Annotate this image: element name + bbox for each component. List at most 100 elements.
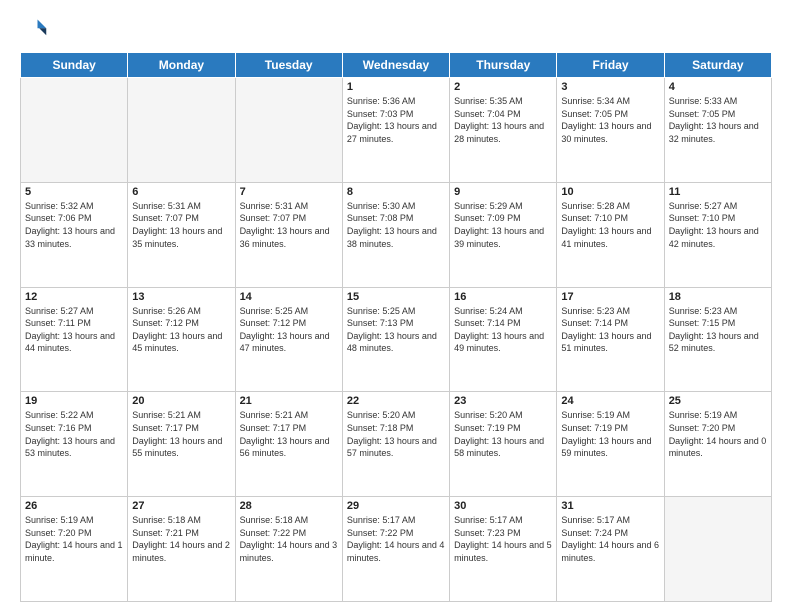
day-info: Sunrise: 5:17 AM Sunset: 7:23 PM Dayligh… (454, 514, 552, 564)
day-cell (235, 78, 342, 183)
day-cell (128, 78, 235, 183)
day-info: Sunrise: 5:36 AM Sunset: 7:03 PM Dayligh… (347, 95, 445, 145)
day-info: Sunrise: 5:31 AM Sunset: 7:07 PM Dayligh… (132, 200, 230, 250)
weekday-header-saturday: Saturday (664, 53, 771, 78)
week-row-0: 1 Sunrise: 5:36 AM Sunset: 7:03 PM Daylig… (21, 78, 772, 183)
day-cell: 29 Sunrise: 5:17 AM Sunset: 7:22 PM Dayli… (342, 497, 449, 602)
day-number: 8 (347, 186, 445, 198)
day-number: 20 (132, 395, 230, 407)
day-cell: 5 Sunrise: 5:32 AM Sunset: 7:06 PM Daylig… (21, 182, 128, 287)
day-info: Sunrise: 5:28 AM Sunset: 7:10 PM Dayligh… (561, 200, 659, 250)
day-cell (664, 497, 771, 602)
day-number: 2 (454, 81, 552, 93)
week-row-2: 12Sunrise: 5:27 AM Sunset: 7:11 PM Dayli… (21, 287, 772, 392)
day-number: 22 (347, 395, 445, 407)
day-cell: 22 Sunrise: 5:20 AM Sunset: 7:18 PM Dayli… (342, 392, 449, 497)
day-number: 25 (669, 395, 767, 407)
logo-icon (20, 16, 48, 44)
day-info: Sunrise: 5:22 AM Sunset: 7:16 PM Dayligh… (25, 409, 123, 459)
day-cell: 7 Sunrise: 5:31 AM Sunset: 7:07 PM Daylig… (235, 182, 342, 287)
day-number: 5 (25, 186, 123, 198)
week-row-3: 19 Sunrise: 5:22 AM Sunset: 7:16 PM Dayli… (21, 392, 772, 497)
day-number: 16 (454, 291, 552, 303)
day-cell: 18 Sunrise: 5:23 AM Sunset: 7:15 PM Dayli… (664, 287, 771, 392)
day-number: 31 (561, 500, 659, 512)
day-cell: 11 Sunrise: 5:27 AM Sunset: 7:10 PM Dayli… (664, 182, 771, 287)
weekday-header-wednesday: Wednesday (342, 53, 449, 78)
day-number: 11 (669, 186, 767, 198)
day-info: Sunrise: 5:20 AM Sunset: 7:18 PM Dayligh… (347, 409, 445, 459)
day-info: Sunrise: 5:21 AM Sunset: 7:17 PM Dayligh… (132, 409, 230, 459)
weekday-header-sunday: Sunday (21, 53, 128, 78)
day-number: 23 (454, 395, 552, 407)
day-number: 10 (561, 186, 659, 198)
day-number: 18 (669, 291, 767, 303)
day-cell: 13Sunrise: 5:26 AM Sunset: 7:12 PM Dayli… (128, 287, 235, 392)
day-cell: 24Sunrise: 5:19 AM Sunset: 7:19 PM Dayli… (557, 392, 664, 497)
day-number: 27 (132, 500, 230, 512)
day-cell: 27 Sunrise: 5:18 AM Sunset: 7:21 PM Dayli… (128, 497, 235, 602)
day-number: 30 (454, 500, 552, 512)
day-info: Sunrise: 5:25 AM Sunset: 7:13 PM Dayligh… (347, 305, 445, 355)
day-info: Sunrise: 5:23 AM Sunset: 7:15 PM Dayligh… (669, 305, 767, 355)
day-number: 12 (25, 291, 123, 303)
day-number: 7 (240, 186, 338, 198)
day-cell: 21 Sunrise: 5:21 AM Sunset: 7:17 PM Dayli… (235, 392, 342, 497)
day-cell: 26 Sunrise: 5:19 AM Sunset: 7:20 PM Dayli… (21, 497, 128, 602)
weekday-header-tuesday: Tuesday (235, 53, 342, 78)
day-info: Sunrise: 5:34 AM Sunset: 7:05 PM Dayligh… (561, 95, 659, 145)
day-cell: 2 Sunrise: 5:35 AM Sunset: 7:04 PM Daylig… (450, 78, 557, 183)
day-info: Sunrise: 5:29 AM Sunset: 7:09 PM Dayligh… (454, 200, 552, 250)
day-cell: 25Sunrise: 5:19 AM Sunset: 7:20 PM Dayli… (664, 392, 771, 497)
day-info: Sunrise: 5:21 AM Sunset: 7:17 PM Dayligh… (240, 409, 338, 459)
day-cell: 10 Sunrise: 5:28 AM Sunset: 7:10 PM Dayli… (557, 182, 664, 287)
day-cell: 20 Sunrise: 5:21 AM Sunset: 7:17 PM Dayli… (128, 392, 235, 497)
day-cell: 1 Sunrise: 5:36 AM Sunset: 7:03 PM Daylig… (342, 78, 449, 183)
day-info: Sunrise: 5:18 AM Sunset: 7:22 PM Dayligh… (240, 514, 338, 564)
day-cell: 12Sunrise: 5:27 AM Sunset: 7:11 PM Dayli… (21, 287, 128, 392)
day-number: 17 (561, 291, 659, 303)
day-number: 9 (454, 186, 552, 198)
day-info: Sunrise: 5:17 AM Sunset: 7:24 PM Dayligh… (561, 514, 659, 564)
week-row-1: 5 Sunrise: 5:32 AM Sunset: 7:06 PM Daylig… (21, 182, 772, 287)
day-cell: 28Sunrise: 5:18 AM Sunset: 7:22 PM Dayli… (235, 497, 342, 602)
calendar: SundayMondayTuesdayWednesdayThursdayFrid… (20, 52, 772, 602)
day-info: Sunrise: 5:18 AM Sunset: 7:21 PM Dayligh… (132, 514, 230, 564)
day-number: 4 (669, 81, 767, 93)
page: SundayMondayTuesdayWednesdayThursdayFrid… (0, 0, 792, 612)
day-cell: 14 Sunrise: 5:25 AM Sunset: 7:12 PM Dayli… (235, 287, 342, 392)
weekday-header-row: SundayMondayTuesdayWednesdayThursdayFrid… (21, 53, 772, 78)
day-info: Sunrise: 5:35 AM Sunset: 7:04 PM Dayligh… (454, 95, 552, 145)
weekday-header-monday: Monday (128, 53, 235, 78)
day-info: Sunrise: 5:25 AM Sunset: 7:12 PM Dayligh… (240, 305, 338, 355)
day-info: Sunrise: 5:19 AM Sunset: 7:20 PM Dayligh… (25, 514, 123, 564)
day-info: Sunrise: 5:27 AM Sunset: 7:10 PM Dayligh… (669, 200, 767, 250)
weekday-header-friday: Friday (557, 53, 664, 78)
day-cell (21, 78, 128, 183)
day-info: Sunrise: 5:32 AM Sunset: 7:06 PM Dayligh… (25, 200, 123, 250)
day-number: 1 (347, 81, 445, 93)
day-number: 26 (25, 500, 123, 512)
day-number: 21 (240, 395, 338, 407)
week-row-4: 26 Sunrise: 5:19 AM Sunset: 7:20 PM Dayli… (21, 497, 772, 602)
header (20, 16, 772, 44)
day-cell: 19 Sunrise: 5:22 AM Sunset: 7:16 PM Dayli… (21, 392, 128, 497)
day-number: 19 (25, 395, 123, 407)
day-cell: 4Sunrise: 5:33 AM Sunset: 7:05 PM Daylig… (664, 78, 771, 183)
weekday-header-thursday: Thursday (450, 53, 557, 78)
day-number: 15 (347, 291, 445, 303)
day-cell: 17Sunrise: 5:23 AM Sunset: 7:14 PM Dayli… (557, 287, 664, 392)
day-info: Sunrise: 5:30 AM Sunset: 7:08 PM Dayligh… (347, 200, 445, 250)
day-number: 3 (561, 81, 659, 93)
logo (20, 16, 52, 44)
day-number: 6 (132, 186, 230, 198)
day-info: Sunrise: 5:26 AM Sunset: 7:12 PM Dayligh… (132, 305, 230, 355)
day-number: 24 (561, 395, 659, 407)
day-number: 29 (347, 500, 445, 512)
day-info: Sunrise: 5:17 AM Sunset: 7:22 PM Dayligh… (347, 514, 445, 564)
day-info: Sunrise: 5:31 AM Sunset: 7:07 PM Dayligh… (240, 200, 338, 250)
day-cell: 3 Sunrise: 5:34 AM Sunset: 7:05 PM Daylig… (557, 78, 664, 183)
day-cell: 8 Sunrise: 5:30 AM Sunset: 7:08 PM Daylig… (342, 182, 449, 287)
day-cell: 15 Sunrise: 5:25 AM Sunset: 7:13 PM Dayli… (342, 287, 449, 392)
day-number: 14 (240, 291, 338, 303)
